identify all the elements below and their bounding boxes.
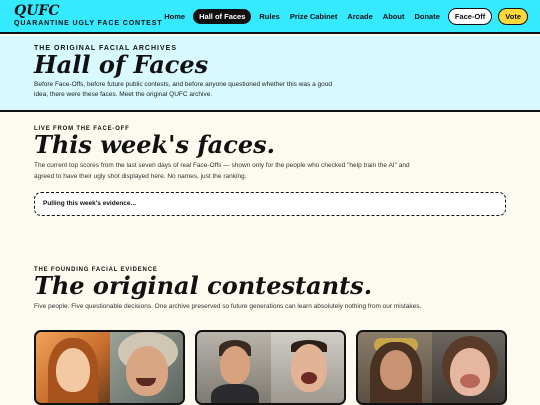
loading-box: Pulling this week's evidence...	[34, 192, 506, 216]
original-section: THE FOUNDING FACIAL EVIDENCE The origina…	[34, 267, 506, 313]
hero-section: THE ORIGINAL FACIAL ARCHIVES Hall of Fac…	[0, 36, 540, 112]
hero-description: Before Face-Offs, before future public c…	[34, 81, 332, 98]
original-description: Five people. Five questionable decisions…	[34, 303, 422, 310]
page-title: Hall of Faces	[34, 50, 209, 79]
site-logo[interactable]: QUFC	[14, 4, 163, 18]
face-off-button[interactable]: Face-Off	[447, 8, 493, 25]
contestant-ugly-photo	[109, 332, 183, 403]
nav-arcade[interactable]: Arcade	[345, 9, 374, 24]
original-title: The original contestants.	[34, 271, 373, 300]
nav-donate[interactable]: Donate	[412, 9, 441, 24]
site-tagline: QUARANTINE UGLY FACE CONTEST	[14, 20, 163, 27]
contestant-card[interactable]	[195, 330, 346, 405]
contestant-normal-photo	[197, 332, 271, 403]
weekly-section: LIVE FROM THE FACE-OFF This week's faces…	[34, 126, 506, 216]
nav-hall-of-faces[interactable]: Hall of Faces	[193, 9, 252, 24]
site-header: QUFC QUARANTINE UGLY FACE CONTEST Home H…	[0, 0, 540, 34]
contestant-ugly-photo	[270, 332, 344, 403]
loading-text: Pulling this week's evidence...	[43, 200, 136, 207]
nav-rules[interactable]: Rules	[257, 9, 281, 24]
brand[interactable]: QUFC QUARANTINE UGLY FACE CONTEST	[14, 4, 163, 27]
nav-prize-cabinet[interactable]: Prize Cabinet	[288, 9, 340, 24]
contestant-card[interactable]	[356, 330, 507, 405]
nav-about[interactable]: About	[381, 9, 407, 24]
contestant-normal-photo	[358, 332, 432, 403]
contestant-ugly-photo	[431, 332, 505, 403]
vote-button[interactable]: Vote	[498, 8, 528, 25]
main-nav: Home Hall of Faces Rules Prize Cabinet A…	[162, 8, 528, 25]
weekly-title: This week's faces.	[34, 130, 275, 159]
contestant-cards	[34, 330, 507, 405]
nav-home[interactable]: Home	[162, 9, 187, 24]
contestant-card[interactable]	[34, 330, 185, 405]
weekly-description: The current top scores from the last sev…	[34, 162, 410, 180]
contestant-normal-photo	[36, 332, 110, 403]
